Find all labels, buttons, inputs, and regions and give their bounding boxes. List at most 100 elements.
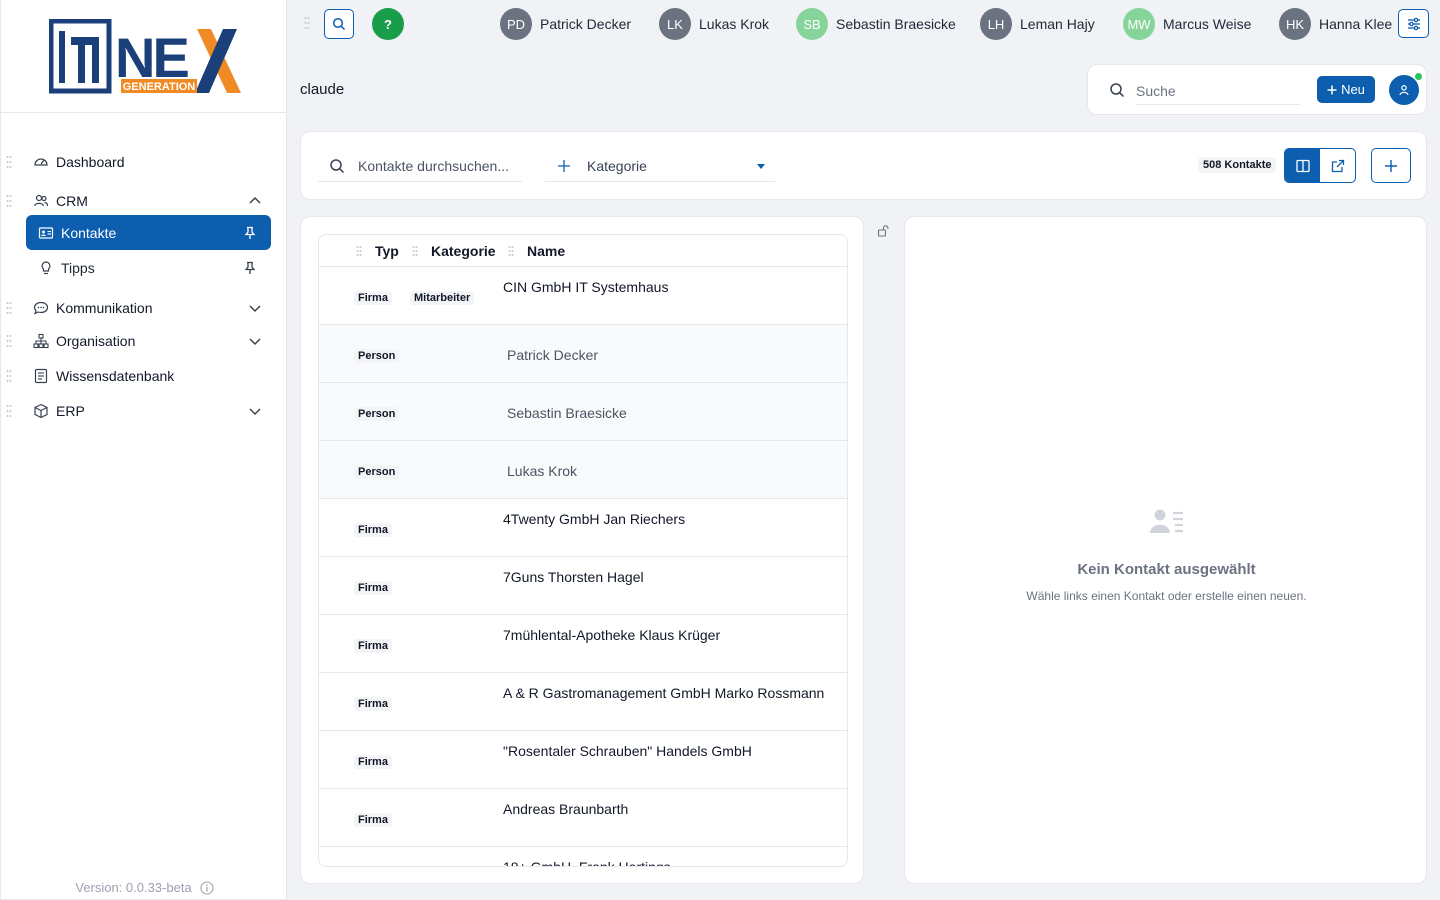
company-logo[interactable]: NE GENERATION: [49, 19, 241, 95]
nav-item-dashboard[interactable]: Dashboard: [1, 145, 288, 179]
user-chip[interactable]: SB Sebastin Braesicke: [796, 8, 956, 40]
user-name: Leman Hajy: [1020, 16, 1095, 32]
nav-item-crm[interactable]: CRM: [1, 184, 288, 218]
drag-handle-icon[interactable]: [6, 369, 12, 383]
table-row[interactable]: Firma 7mühlental-Apotheke Klaus Krüger: [319, 615, 847, 673]
pin-icon[interactable]: [243, 261, 257, 275]
type-badge: Person: [354, 407, 400, 421]
user-icon: [1399, 84, 1409, 96]
empty-state-title: Kein Kontakt ausgewählt: [1077, 561, 1256, 578]
drag-handle-icon[interactable]: [304, 16, 310, 30]
drag-handle-icon[interactable]: [6, 194, 12, 208]
contact-detail-panel: Kein Kontakt ausgewählt Wähle links eine…: [904, 216, 1427, 884]
user-chip[interactable]: PD Patrick Decker: [500, 8, 631, 40]
version-text: Version: 0.0.33-beta: [75, 880, 192, 895]
avatar: SB: [796, 8, 828, 40]
column-header-category[interactable]: Kategorie: [431, 243, 496, 259]
user-chip[interactable]: MW Marcus Weise: [1123, 8, 1251, 40]
lightbulb-icon: [41, 260, 51, 274]
user-name: Marcus Weise: [1163, 16, 1252, 32]
contacts-table: Typ Kategorie Name Firma Mitarbeiter CIN…: [318, 234, 848, 867]
contact-list-icon: [1150, 509, 1183, 533]
split-view-button[interactable]: [1285, 149, 1320, 182]
column-header-type[interactable]: Typ: [375, 243, 399, 259]
external-link-icon: [1331, 159, 1344, 172]
org-chart-icon: [33, 333, 49, 349]
user-chip[interactable]: LH Leman Hajy: [980, 8, 1095, 40]
quick-search-button[interactable]: [324, 9, 354, 39]
drag-handle-icon[interactable]: [6, 301, 12, 315]
sliders-icon: [1407, 17, 1420, 30]
chevron-down-icon[interactable]: [247, 300, 263, 316]
type-badge: Firma: [354, 581, 392, 595]
table-row[interactable]: Firma "Rosentaler Schrauben" Handels Gmb…: [319, 731, 847, 789]
nav-label: ERP: [56, 403, 85, 419]
table-row[interactable]: Firma 7Guns Thorsten Hagel: [319, 557, 847, 615]
nav-item-erp[interactable]: ERP: [1, 394, 288, 428]
user-name: Hanna Klee: [1319, 16, 1393, 32]
contact-name: A & R Gastromanagement GmbH Marko Rossma…: [503, 685, 825, 701]
table-row[interactable]: Person Lukas Krok: [319, 441, 847, 499]
contact-search-input[interactable]: [318, 151, 522, 182]
contact-name: 7Guns Thorsten Hagel: [503, 569, 644, 585]
contact-name: 4Twenty GmbH Jan Riechers: [503, 511, 686, 527]
column-drag-icon[interactable]: [412, 245, 418, 257]
settings-button[interactable]: [1398, 9, 1429, 38]
help-button[interactable]: ?: [372, 8, 404, 40]
table-row[interactable]: Firma 18+ GmbH, Frank Hartings: [319, 847, 847, 867]
category-select[interactable]: Kategorie: [545, 151, 775, 182]
columns-icon: [1295, 159, 1310, 172]
type-badge: Firma: [354, 291, 392, 305]
add-contact-button[interactable]: [1371, 148, 1411, 183]
nav-item-wissensdatenbank[interactable]: Wissensdatenbank: [1, 359, 288, 393]
table-row[interactable]: Person Patrick Decker: [319, 325, 847, 383]
column-header-name[interactable]: Name: [527, 243, 565, 259]
table-row[interactable]: Firma 4Twenty GmbH Jan Riechers: [319, 499, 847, 557]
column-drag-icon[interactable]: [356, 245, 362, 257]
nav-item-organisation[interactable]: Organisation: [1, 324, 288, 358]
chevron-up-icon[interactable]: [247, 193, 263, 209]
drag-handle-icon[interactable]: [6, 334, 12, 348]
chevron-down-icon[interactable]: [247, 333, 263, 349]
online-status-dot: [1414, 72, 1423, 81]
user-chip[interactable]: HK Hanna Klee: [1279, 8, 1392, 40]
category-label: Kategorie: [587, 158, 647, 174]
new-button[interactable]: Neu: [1317, 76, 1375, 103]
drag-handle-icon[interactable]: [6, 404, 12, 418]
contact-name: Lukas Krok: [507, 463, 578, 479]
global-search-card: Neu: [1087, 64, 1427, 115]
table-row[interactable]: Firma Mitarbeiter CIN GmbH IT Systemhaus: [319, 267, 847, 325]
contact-name: Sebastin Braesicke: [507, 405, 627, 421]
info-icon[interactable]: [200, 880, 214, 895]
unlock-icon[interactable]: [877, 224, 890, 237]
search-icon: [330, 159, 345, 174]
user-chip[interactable]: LK Lukas Krok: [659, 8, 769, 40]
type-badge: Person: [354, 465, 400, 479]
column-drag-icon[interactable]: [508, 245, 514, 257]
pin-icon[interactable]: [243, 226, 257, 240]
nav-item-kontakte[interactable]: Kontakte: [26, 215, 271, 250]
table-row[interactable]: Firma A & R Gastromanagement GmbH Marko …: [319, 673, 847, 731]
user-name: Sebastin Braesicke: [836, 16, 956, 32]
gauge-icon: [34, 158, 48, 166]
nav-item-tipps[interactable]: Tipps: [26, 250, 271, 285]
avatar: LH: [980, 8, 1012, 40]
contact-name: 18+ GmbH, Frank Hartings: [503, 859, 671, 867]
global-search-input[interactable]: [1136, 78, 1300, 105]
table-row[interactable]: Firma Andreas Braunbarth: [319, 789, 847, 847]
chevron-down-icon[interactable]: [247, 403, 263, 419]
table-row[interactable]: Person Sebastin Braesicke: [319, 383, 847, 441]
nav-item-kommunikation[interactable]: Kommunikation: [1, 291, 288, 325]
open-external-button[interactable]: [1320, 149, 1355, 182]
page-title: claude: [300, 81, 345, 98]
type-badge: Firma: [354, 697, 392, 711]
category-badge: Mitarbeiter: [410, 291, 475, 305]
drag-handle-icon[interactable]: [6, 155, 12, 169]
nav-label: Tipps: [61, 259, 95, 276]
view-mode-toggle: [1284, 148, 1356, 183]
nav-label: Dashboard: [56, 154, 125, 170]
type-badge: Firma: [354, 813, 392, 827]
avatar: LK: [659, 8, 691, 40]
contact-name: "Rosentaler Schrauben" Handels GmbH: [503, 743, 752, 759]
contact-name: Andreas Braunbarth: [503, 801, 629, 817]
